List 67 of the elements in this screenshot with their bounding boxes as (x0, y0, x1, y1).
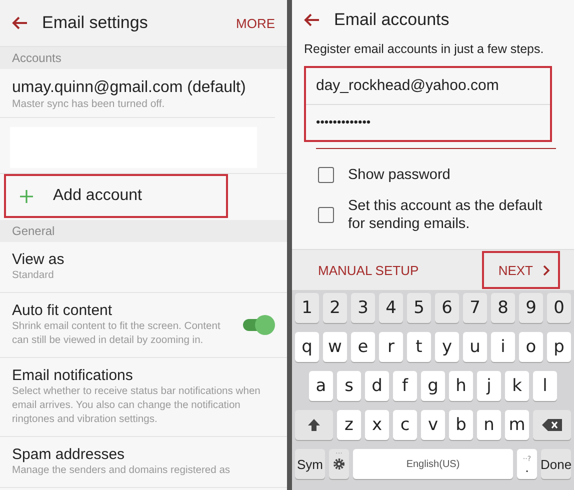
password-field[interactable]: ••••••••••••• (306, 104, 550, 140)
plus-icon (20, 190, 33, 202)
key[interactable]: t (407, 332, 431, 362)
key[interactable]: u (463, 332, 487, 362)
shift-key[interactable] (295, 410, 333, 440)
key[interactable]: Sym (295, 449, 325, 479)
key[interactable]: l (533, 371, 557, 401)
key[interactable]: h (449, 371, 473, 401)
add-account-button[interactable]: Add account (4, 174, 228, 218)
key[interactable]: g (421, 371, 445, 401)
email-field[interactable]: day_rockhead@yahoo.com (306, 68, 550, 104)
key[interactable]: b (449, 410, 473, 440)
key[interactable]: j (477, 371, 501, 401)
key[interactable]: f (393, 371, 417, 401)
key[interactable]: r (379, 332, 403, 362)
key[interactable]: q (295, 332, 319, 362)
key[interactable]: y (435, 332, 459, 362)
key[interactable]: 8 (491, 293, 515, 323)
back-arrow-icon[interactable] (12, 16, 28, 30)
key[interactable]: 3 (351, 293, 375, 323)
key[interactable]: z (337, 410, 361, 440)
key[interactable]: 2 (323, 293, 347, 323)
screen-title: Email accounts (334, 10, 450, 30)
checkbox[interactable] (318, 167, 334, 183)
settings-icon (332, 457, 346, 471)
key[interactable]: v (421, 410, 445, 440)
screen-title: Email settings (42, 13, 149, 33)
section-header: General (0, 220, 287, 242)
key[interactable]: s (337, 371, 361, 401)
toggle-switch[interactable] (241, 314, 275, 334)
key[interactable]: e (351, 332, 375, 362)
back-arrow-icon[interactable] (304, 13, 320, 27)
key[interactable]: w (323, 332, 347, 362)
section-header: Accounts (0, 47, 287, 69)
space-key[interactable]: English(US) (353, 449, 513, 479)
key[interactable]: Done (541, 449, 571, 479)
checkbox-label: Show password (348, 166, 452, 184)
key-label: . (525, 463, 529, 473)
manual-setup-button[interactable]: MANUAL SETUP (318, 262, 419, 278)
key[interactable]: 4 (379, 293, 403, 323)
intro-text: Register email accounts in just a few steps. (303, 41, 545, 58)
more-button[interactable]: MORE (236, 16, 275, 30)
key[interactable]: d (365, 371, 389, 401)
up-arrow-icon (307, 418, 321, 432)
key[interactable]: 0 (547, 293, 571, 323)
key[interactable]: 6 (435, 293, 459, 323)
backspace-icon (542, 419, 562, 431)
setting-item[interactable]: Auto fit content Shrink email content to fit the screen. Content can still be viewed in detail by zooming in. (0, 293, 287, 358)
key[interactable]: 9 (519, 293, 543, 323)
key[interactable]: p (547, 332, 571, 362)
key[interactable]: a (309, 371, 333, 401)
checkbox[interactable] (318, 207, 334, 223)
chevron-icon (543, 264, 550, 276)
key[interactable]: n (477, 410, 501, 440)
key[interactable]: x (365, 410, 389, 440)
key[interactable]: i (491, 332, 515, 362)
key[interactable]: 7 (463, 293, 487, 323)
key[interactable]: m (505, 410, 529, 440)
key[interactable]: o (519, 332, 543, 362)
checkbox-label: Set this account as the default for sending emails. (348, 197, 544, 233)
backspace-key[interactable] (533, 410, 571, 440)
key[interactable]: k (505, 371, 529, 401)
key[interactable]: 5 (407, 293, 431, 323)
account-item[interactable]: umay.quinn@gmail.com (default) Master sync has been turned off. (0, 69, 275, 118)
next-button[interactable]: NEXT (482, 251, 560, 289)
key[interactable]: 1 (295, 293, 319, 323)
key[interactable]: c (393, 410, 417, 440)
